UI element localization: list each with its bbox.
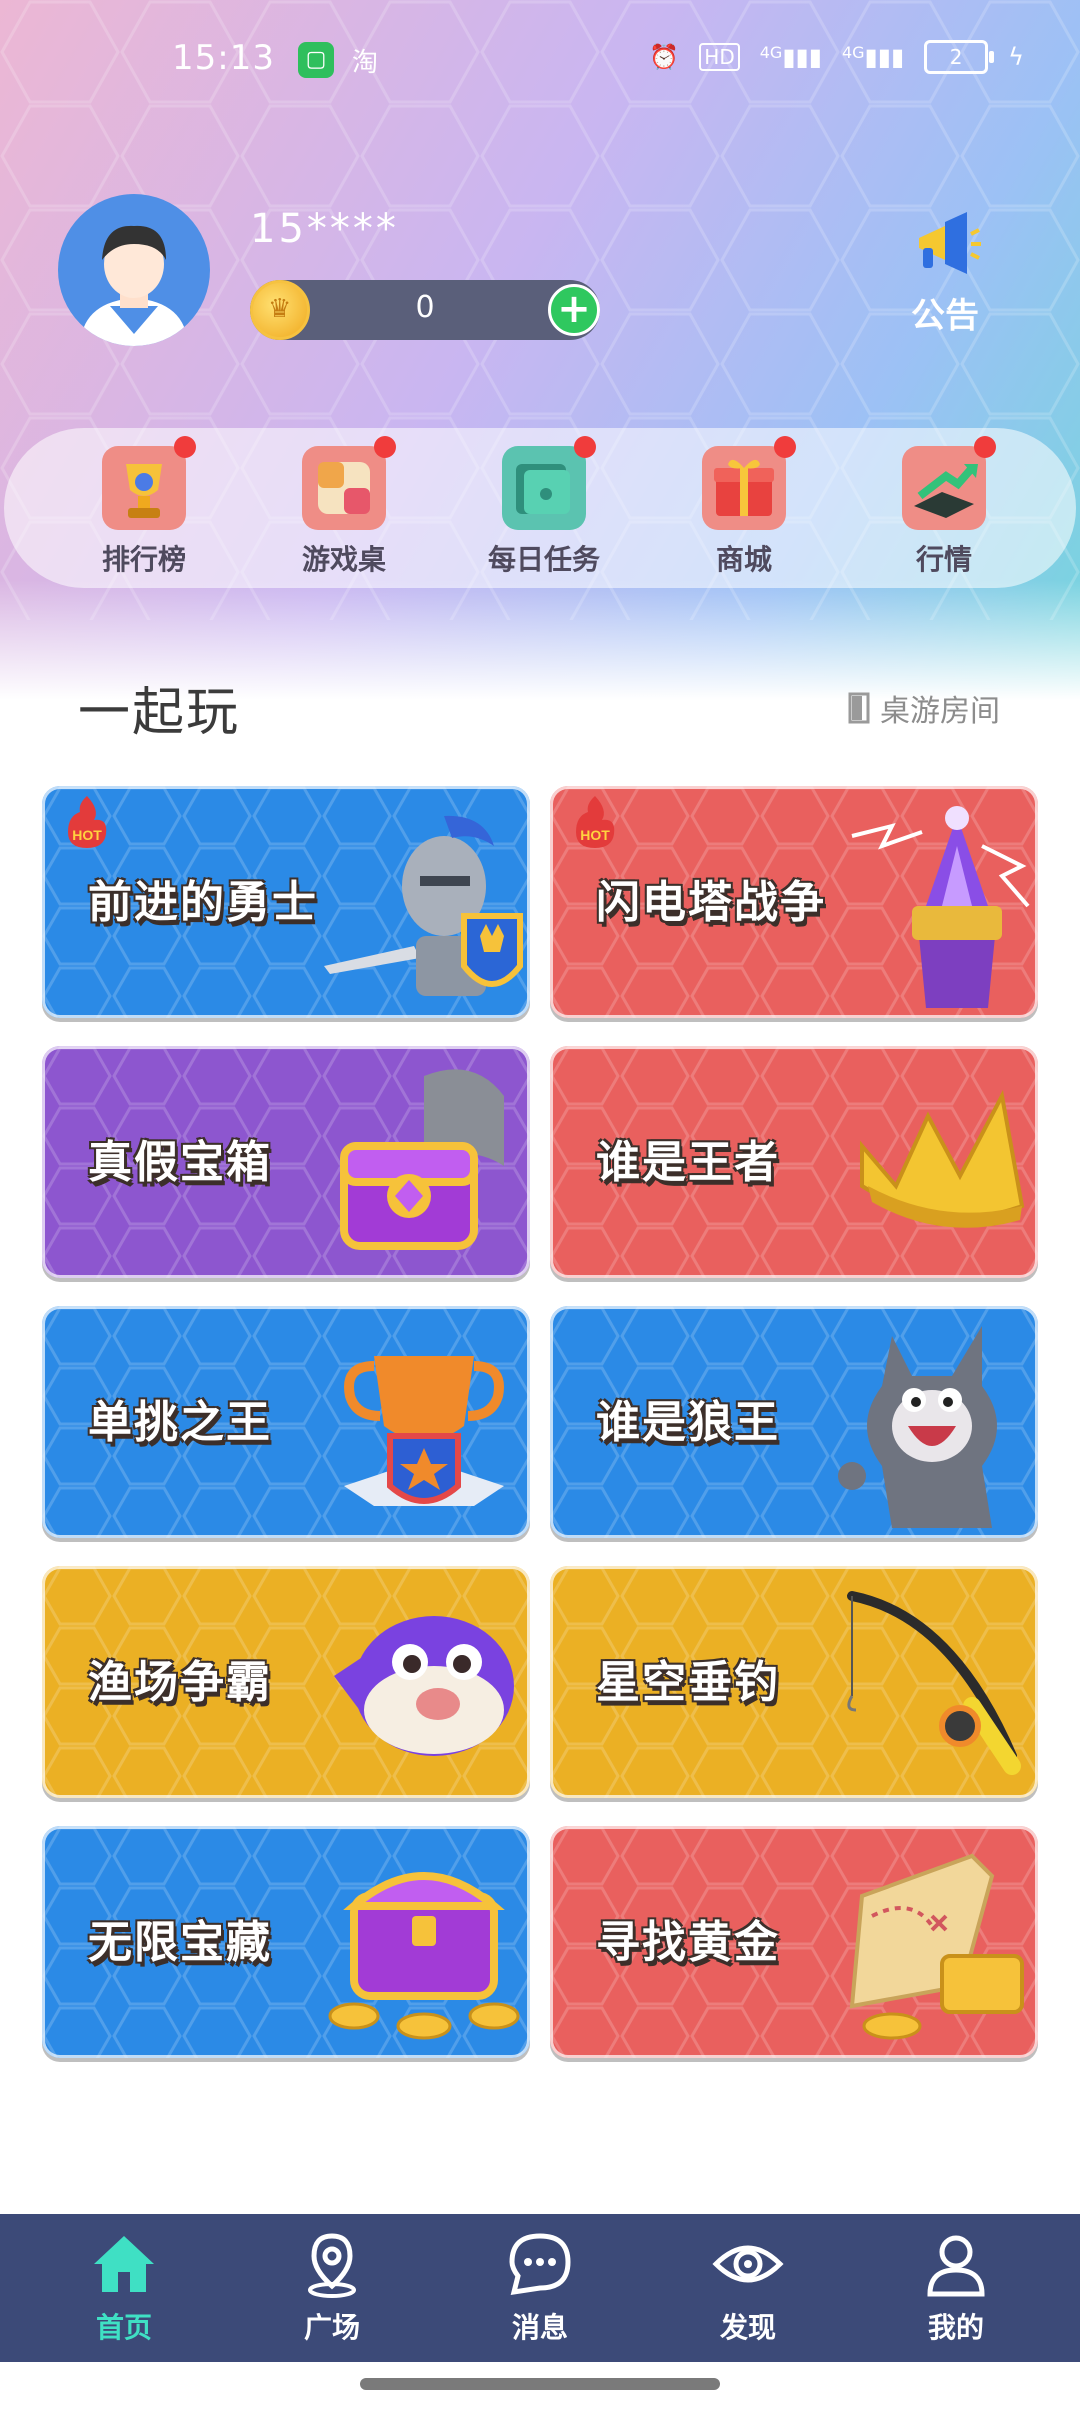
nav-label: 首页 (95, 2311, 152, 2344)
game-card-brave-warrior[interactable]: HOT 前进的勇士 (42, 786, 530, 1018)
cup-icon (344, 1356, 504, 1506)
app-notification-icon: ▢ (298, 42, 334, 78)
knight-icon (324, 815, 523, 996)
avatar[interactable] (58, 194, 210, 346)
charging-icon: ϟ (1008, 43, 1024, 71)
home-icon (94, 2236, 154, 2292)
game-title: 前进的勇士 (88, 877, 318, 928)
signal-icon-2: 4G▮▮▮ (841, 43, 905, 71)
treasure-icon (328, 1872, 520, 2040)
nav-discover[interactable]: 发现 (678, 2228, 818, 2346)
room-link-label: 桌游房间 (880, 694, 1000, 729)
add-coins-button[interactable]: + (548, 284, 600, 336)
door-icon (848, 692, 870, 724)
nav-label: 发现 (719, 2311, 776, 2344)
status-time: 15:13 (172, 38, 275, 78)
cube-icon (302, 436, 396, 530)
svg-text:HOT: HOT (580, 827, 610, 843)
menu-item-daily-tasks[interactable]: 每日任务 (464, 436, 624, 578)
menu-label: 每日任务 (487, 543, 600, 576)
menu-item-ranking[interactable]: 排行榜 (64, 436, 224, 578)
game-title: 谁是狼王 (596, 1397, 780, 1448)
menu-item-market[interactable]: 行情 (864, 436, 1024, 578)
game-card-infinite-treasure[interactable]: 无限宝藏 (42, 1826, 530, 2058)
game-title: 谁是王者 (596, 1137, 780, 1188)
board-game-room-link[interactable]: 桌游房间 (848, 686, 1000, 730)
status-bar: 15:13 ▢ 淘 ⏰ HD 4G▮▮▮ 4G▮▮▮ 2 ϟ (0, 36, 1080, 88)
game-card-who-is-king[interactable]: 谁是王者 (550, 1046, 1038, 1278)
game-card-real-fake-chest[interactable]: 真假宝箱 (42, 1046, 530, 1278)
menu-item-game-table[interactable]: 游戏桌 (264, 436, 424, 578)
nav-plaza[interactable]: 广场 (262, 2228, 402, 2346)
chest-icon (340, 1069, 504, 1250)
game-title: 真假宝箱 (88, 1137, 272, 1188)
hot-badge: HOT (68, 796, 107, 848)
menu-label: 游戏桌 (301, 543, 386, 576)
hot-badge: HOT (576, 796, 615, 848)
wolf-icon (838, 1326, 997, 1528)
gift-icon (702, 436, 796, 530)
user-avatar-icon (80, 225, 188, 346)
game-title: 单挑之王 (88, 1397, 272, 1448)
megaphone-icon (919, 212, 981, 274)
hd-icon: HD (699, 43, 740, 71)
nav-label: 消息 (511, 2311, 568, 2344)
badge-dot (174, 436, 196, 458)
user-icon (927, 2235, 985, 2297)
game-card-who-is-wolf-king[interactable]: 谁是狼王 (550, 1306, 1038, 1538)
bottom-navigation: 首页 广场 消息 发现 我的 (0, 2214, 1080, 2362)
coin-balance: ♛ 0 + (250, 280, 600, 340)
menu-label: 排行榜 (101, 543, 186, 576)
network-type-2: 4G (841, 43, 865, 62)
badge-dot (774, 436, 796, 458)
game-card-starry-fishing[interactable]: 星空垂钓 (550, 1566, 1038, 1798)
quick-menu: 排行榜 游戏桌 每日任务 商城 行情 (4, 428, 1076, 588)
tower-icon (851, 806, 1030, 1008)
header-background (0, 0, 1080, 700)
badge-dot (974, 436, 996, 458)
menu-label: 商城 (715, 543, 772, 576)
coin-icon: ♛ (250, 280, 310, 340)
badge-dot (574, 436, 596, 458)
nav-messages[interactable]: 消息 (470, 2228, 610, 2346)
pufferfish-icon (334, 1616, 514, 1756)
game-card-solo-king[interactable]: 单挑之王 (42, 1306, 530, 1538)
map-icon (849, 1853, 1024, 2040)
badge-dot (374, 436, 396, 458)
section-title: 一起玩 (78, 683, 241, 743)
notice-label: 公告 (911, 296, 979, 336)
menu-label: 行情 (915, 543, 972, 576)
nav-profile[interactable]: 我的 (886, 2228, 1026, 2346)
nav-home[interactable]: 首页 (54, 2228, 194, 2346)
nav-label: 广场 (303, 2311, 360, 2344)
chat-icon (509, 2233, 571, 2296)
fishing-rod-icon (847, 1591, 1021, 1775)
chart-icon (902, 436, 996, 530)
game-card-fishing-battle[interactable]: 渔场争霸 (42, 1566, 530, 1798)
alarm-icon: ⏰ (649, 43, 680, 71)
game-title: 闪电塔战争 (596, 877, 826, 928)
game-title: 渔场争霸 (88, 1657, 272, 1708)
eye-icon (712, 2245, 784, 2283)
crown-icon (860, 1089, 1025, 1228)
signal-icon-1: 4G▮▮▮ (759, 43, 822, 71)
network-type-1: 4G (759, 43, 783, 62)
coin-value: 0 (415, 290, 435, 325)
notice-button[interactable]: 公告 (900, 208, 990, 337)
game-title: 星空垂钓 (596, 1657, 780, 1708)
game-title: 寻找黄金 (596, 1917, 780, 1968)
nav-label: 我的 (927, 2311, 984, 2344)
game-card-lightning-tower[interactable]: HOT 闪电塔战争 (550, 786, 1038, 1018)
gesture-home-bar[interactable] (360, 2378, 720, 2390)
wallet-icon (502, 436, 596, 530)
trophy-icon (102, 436, 196, 530)
svg-text:HOT: HOT (72, 827, 102, 843)
taobao-notification-icon: 淘 (352, 48, 379, 78)
username: 15**** (250, 206, 399, 252)
game-title: 无限宝藏 (88, 1917, 272, 1968)
battery-icon: 2 (924, 40, 995, 74)
location-icon (308, 2233, 356, 2298)
menu-item-shop[interactable]: 商城 (664, 436, 824, 578)
game-card-find-gold[interactable]: 寻找黄金 (550, 1826, 1038, 2058)
